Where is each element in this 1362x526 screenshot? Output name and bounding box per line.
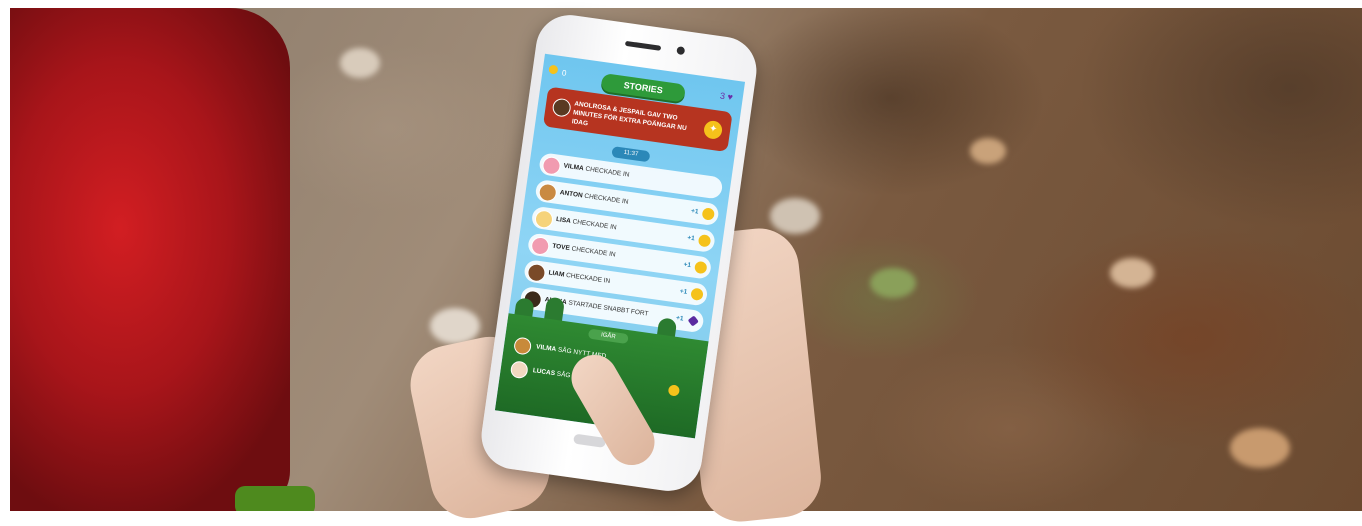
feed-action: CHECKADE IN bbox=[584, 165, 630, 179]
feed-name: LUCAS bbox=[532, 367, 556, 378]
front-camera bbox=[676, 46, 686, 56]
coin-count: 0 bbox=[561, 68, 568, 78]
green-collar bbox=[235, 486, 315, 511]
lightbulb-icon[interactable]: ✦ bbox=[702, 119, 724, 141]
bokeh-spot bbox=[870, 268, 916, 298]
bokeh-spot bbox=[1110, 258, 1154, 288]
coin-icon bbox=[697, 234, 712, 248]
feed-name: LIAM bbox=[548, 269, 565, 279]
feed-name: VILMA bbox=[563, 162, 585, 173]
gem-icon: ♥ bbox=[726, 91, 734, 103]
feed-name: TOVE bbox=[551, 242, 571, 253]
coin-icon bbox=[548, 64, 559, 75]
bokeh-spot bbox=[970, 138, 1006, 164]
banner-text: ANOLROSA & JESPAIL GAV TWO MINUTES FÖR E… bbox=[571, 100, 688, 133]
avatar bbox=[526, 262, 547, 283]
coin-icon bbox=[701, 207, 716, 221]
bokeh-spot bbox=[770, 198, 820, 234]
feed-name: LISA bbox=[555, 215, 572, 225]
bokeh-spot bbox=[340, 48, 380, 78]
points-badge: +1 bbox=[690, 207, 699, 216]
avatar bbox=[551, 97, 572, 118]
feed-action: CHECKADE IN bbox=[565, 271, 611, 286]
speaker-grille bbox=[624, 40, 662, 51]
feed-action: STARTADE SNABBT FORT bbox=[567, 299, 649, 318]
red-hat bbox=[10, 8, 290, 511]
avatar bbox=[537, 182, 558, 203]
gem-count: 3 bbox=[719, 90, 726, 102]
avatar bbox=[530, 235, 551, 257]
avatar bbox=[533, 209, 555, 230]
points-badge: +1 bbox=[686, 234, 696, 243]
avatar bbox=[513, 336, 533, 356]
points-badge: +1 bbox=[679, 287, 688, 296]
gem-counter[interactable]: 3 ♥ bbox=[719, 91, 733, 103]
feed-action: CHECKADE IN bbox=[572, 218, 618, 232]
avatar bbox=[509, 360, 529, 380]
coin-icon bbox=[667, 384, 681, 397]
feed-action: CHECKADE IN bbox=[583, 192, 629, 206]
avatar bbox=[541, 155, 562, 176]
gem-icon bbox=[687, 315, 699, 327]
time-divider: 11:37 bbox=[611, 146, 651, 163]
points-badge: +1 bbox=[683, 261, 692, 270]
points-badge: +1 bbox=[675, 314, 684, 323]
feed-name: VILMA bbox=[535, 343, 557, 354]
coin-icon bbox=[693, 260, 708, 275]
bokeh-spot bbox=[1230, 428, 1290, 468]
feed-name: ANTON bbox=[559, 189, 584, 200]
coin-icon bbox=[690, 287, 704, 302]
feed-action: CHECKADE IN bbox=[571, 245, 617, 259]
